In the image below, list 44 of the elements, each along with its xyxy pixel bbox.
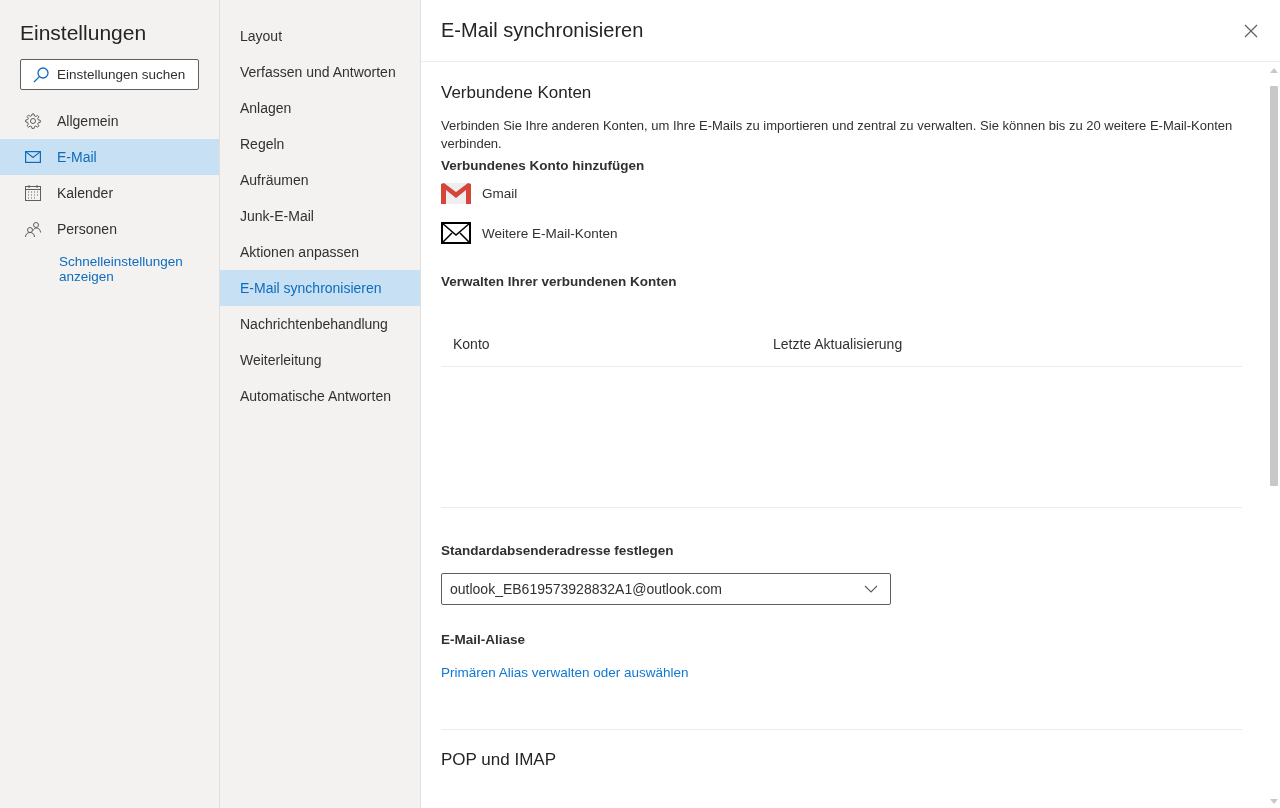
category-item[interactable]: Aufräumen xyxy=(220,162,420,198)
category-item[interactable]: Verfassen und Antworten xyxy=(220,54,420,90)
people-icon xyxy=(25,221,41,237)
scrollbar-thumb[interactable] xyxy=(1270,86,1278,486)
column-header: Konto xyxy=(441,322,761,367)
section-heading: Verbundene Konten xyxy=(441,83,593,103)
default-sender-label: Standardabsenderadresse festlegen xyxy=(441,543,675,558)
sidebar-item[interactable]: Personen xyxy=(0,211,219,247)
category-item[interactable]: Anlagen xyxy=(220,90,420,126)
settings-title: Einstellungen xyxy=(20,21,148,45)
scroll-up-icon xyxy=(1270,68,1278,73)
manage-alias-link[interactable]: Primären Alias verwalten oder auswählen xyxy=(441,665,689,680)
account-provider-item[interactable]: Weitere E-Mail-Konten xyxy=(441,213,1242,253)
section-heading: POP und IMAP xyxy=(441,750,557,770)
category-item[interactable]: Layout xyxy=(220,18,420,54)
description-text: Verbinden Sie Ihre anderen Konten, um Ihre E-Mails zu importieren und zentral zu verwalten. Sie können bis zu 20 weitere E-Mail-Konten verbinden. xyxy=(441,117,1234,153)
chevron-down-icon xyxy=(864,585,878,593)
sender-dropdown[interactable]: outlook_EB619573928832A1@outlook.com xyxy=(441,573,891,605)
sidebar-item[interactable]: Kalender xyxy=(0,175,219,211)
envelope-icon xyxy=(25,151,41,163)
column-header: Letzte Aktualisierung xyxy=(761,322,1242,367)
scroll-down-icon xyxy=(1270,799,1278,804)
sidebar-item[interactable]: Allgemein xyxy=(0,103,219,139)
add-account-label: Verbundenes Konto hinzufügen xyxy=(441,158,646,173)
pane-title: E-Mail synchronisieren xyxy=(441,19,644,42)
category-item[interactable]: Aktionen anpassen xyxy=(220,234,420,270)
close-icon xyxy=(1244,23,1258,38)
sidebar-item[interactable]: E-Mail xyxy=(0,139,219,175)
quick-settings-link[interactable]: Schnelleinstellungen anzeigen xyxy=(59,254,199,284)
category-item[interactable]: Junk-E-Mail xyxy=(220,198,420,234)
category-item[interactable]: Weiterleitung xyxy=(220,342,420,378)
category-item[interactable]: Nachrichtenbehandlung xyxy=(220,306,420,342)
category-item[interactable]: Regeln xyxy=(220,126,420,162)
category-item[interactable]: E-Mail synchronisieren xyxy=(220,270,420,306)
gear-icon xyxy=(25,113,41,129)
calendar-icon xyxy=(25,185,41,201)
envelope-icon xyxy=(441,222,471,244)
category-item[interactable]: Automatische Antworten xyxy=(220,378,420,414)
search-icon xyxy=(33,67,49,83)
account-provider-item[interactable]: Gmail xyxy=(441,173,1242,213)
manage-accounts-label: Verwalten Ihrer verbundenen Konten xyxy=(441,274,678,289)
aliases-label: E-Mail-Aliase xyxy=(441,632,527,647)
gmail-envelope-icon xyxy=(441,182,471,204)
search-field[interactable]: Einstellungen suchen xyxy=(20,59,199,90)
